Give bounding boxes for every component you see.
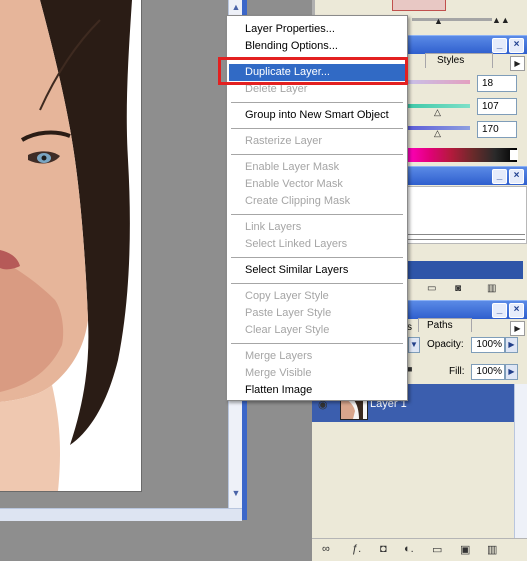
layer-style-icon[interactable]: ƒ. (352, 543, 361, 555)
menu-item-merge-layers[interactable]: Merge Layers (229, 348, 405, 365)
fill-slider-arrow-icon[interactable]: ▶ (505, 364, 518, 380)
portrait-illustration (0, 0, 141, 491)
menu-item-enable-vector-mask[interactable]: Enable Vector Mask (229, 176, 405, 193)
menu-separator (231, 102, 403, 103)
menu-item-rasterize-layer[interactable]: Rasterize Layer (229, 133, 405, 150)
document-horizontal-scrollbar[interactable] (0, 508, 242, 521)
selected-history-item[interactable] (407, 261, 523, 279)
menu-item-select-similar-layers[interactable]: Select Similar Layers (229, 262, 405, 279)
menu-item-create-clipping-mask[interactable]: Create Clipping Mask (229, 193, 405, 210)
history-icons-row: ▭ ◙ ▥ (407, 283, 527, 297)
menu-item-copy-layer-style[interactable]: Copy Layer Style (229, 288, 405, 305)
new-document-icon[interactable]: ▭ (427, 283, 436, 294)
scroll-down-icon[interactable]: ▼ (229, 486, 243, 500)
tab-paths[interactable]: Paths (418, 318, 472, 332)
opacity-field[interactable]: 100% (471, 337, 505, 353)
navigator-zoom-slider[interactable] (412, 18, 492, 21)
scroll-up-icon[interactable]: ▲ (229, 0, 243, 14)
histogram-lines (407, 234, 525, 240)
menu-item-blending-options[interactable]: Blending Options... (229, 38, 405, 55)
new-layer-icon[interactable]: ▣ (460, 543, 470, 556)
menu-item-paste-layer-style[interactable]: Paste Layer Style (229, 305, 405, 322)
palette-menu-icon[interactable]: ▶ (510, 56, 525, 71)
document-canvas[interactable]: ▲ ▼ (0, 0, 247, 521)
layers-list (312, 422, 514, 538)
close-icon[interactable]: × (509, 303, 524, 318)
menu-separator (231, 214, 403, 215)
minimize-icon[interactable]: _ (492, 38, 507, 53)
menu-item-merge-visible[interactable]: Merge Visible (229, 365, 405, 382)
menu-separator (231, 283, 403, 284)
minimize-icon[interactable]: _ (492, 303, 507, 318)
highlight-annotation-box (218, 57, 408, 85)
green-value-field[interactable]: 107 (477, 98, 517, 115)
navigator-thumbnail[interactable] (392, 0, 446, 11)
blue-value-field[interactable]: 170 (477, 121, 517, 138)
menu-item-group-smart-object[interactable]: Group into New Smart Object (229, 107, 405, 124)
spectrum-white-swatch[interactable] (510, 150, 518, 160)
fill-label: Fill: (449, 366, 465, 377)
opacity-label: Opacity: (427, 339, 464, 350)
palette-menu-icon[interactable]: ▶ (510, 321, 525, 336)
red-slider[interactable] (407, 80, 470, 84)
blend-mode-dropdown-arrow-icon[interactable]: ▼ (408, 337, 420, 353)
link-layers-icon[interactable]: ∞ (322, 543, 330, 555)
menu-separator (231, 128, 403, 129)
color-spectrum-bar[interactable] (407, 148, 517, 162)
green-slider-handle-icon[interactable]: △ (434, 107, 441, 118)
new-group-icon[interactable]: ▭ (432, 543, 442, 556)
layers-vertical-scrollbar[interactable] (514, 384, 527, 538)
menu-separator (231, 154, 403, 155)
zoom-slider-handle-icon[interactable]: ▲ (434, 16, 443, 26)
menu-item-link-layers[interactable]: Link Layers (229, 219, 405, 236)
menu-separator (231, 257, 403, 258)
minimize-icon[interactable]: _ (492, 169, 507, 184)
adjustment-layer-icon[interactable]: ◐. (404, 543, 414, 555)
close-icon[interactable]: × (509, 38, 524, 53)
layers-bottom-toolbar: ∞ ƒ. ◘ ◐. ▭ ▣ ▥ (312, 538, 527, 561)
close-icon[interactable]: × (509, 169, 524, 184)
camera-icon[interactable]: ◙ (455, 283, 461, 294)
menu-item-clear-layer-style[interactable]: Clear Layer Style (229, 322, 405, 339)
menu-separator (231, 343, 403, 344)
zoom-in-icon[interactable]: ▲▲ (492, 15, 510, 25)
photo-image (0, 0, 142, 492)
layer-mask-icon[interactable]: ◘ (380, 543, 387, 555)
menu-item-enable-layer-mask[interactable]: Enable Layer Mask (229, 159, 405, 176)
menu-item-layer-properties[interactable]: Layer Properties... (229, 21, 405, 38)
blue-slider-handle-icon[interactable]: △ (434, 128, 441, 139)
fill-field[interactable]: 100% (471, 364, 505, 380)
opacity-slider-arrow-icon[interactable]: ▶ (505, 337, 518, 353)
menu-item-flatten-image[interactable]: Flatten Image (229, 382, 405, 399)
menu-item-select-linked-layers[interactable]: Select Linked Layers (229, 236, 405, 253)
tab-styles[interactable]: Styles (425, 53, 493, 68)
red-value-field[interactable]: 18 (477, 75, 517, 92)
trash-icon[interactable]: ▥ (487, 283, 496, 294)
trash-icon[interactable]: ▥ (487, 543, 497, 556)
